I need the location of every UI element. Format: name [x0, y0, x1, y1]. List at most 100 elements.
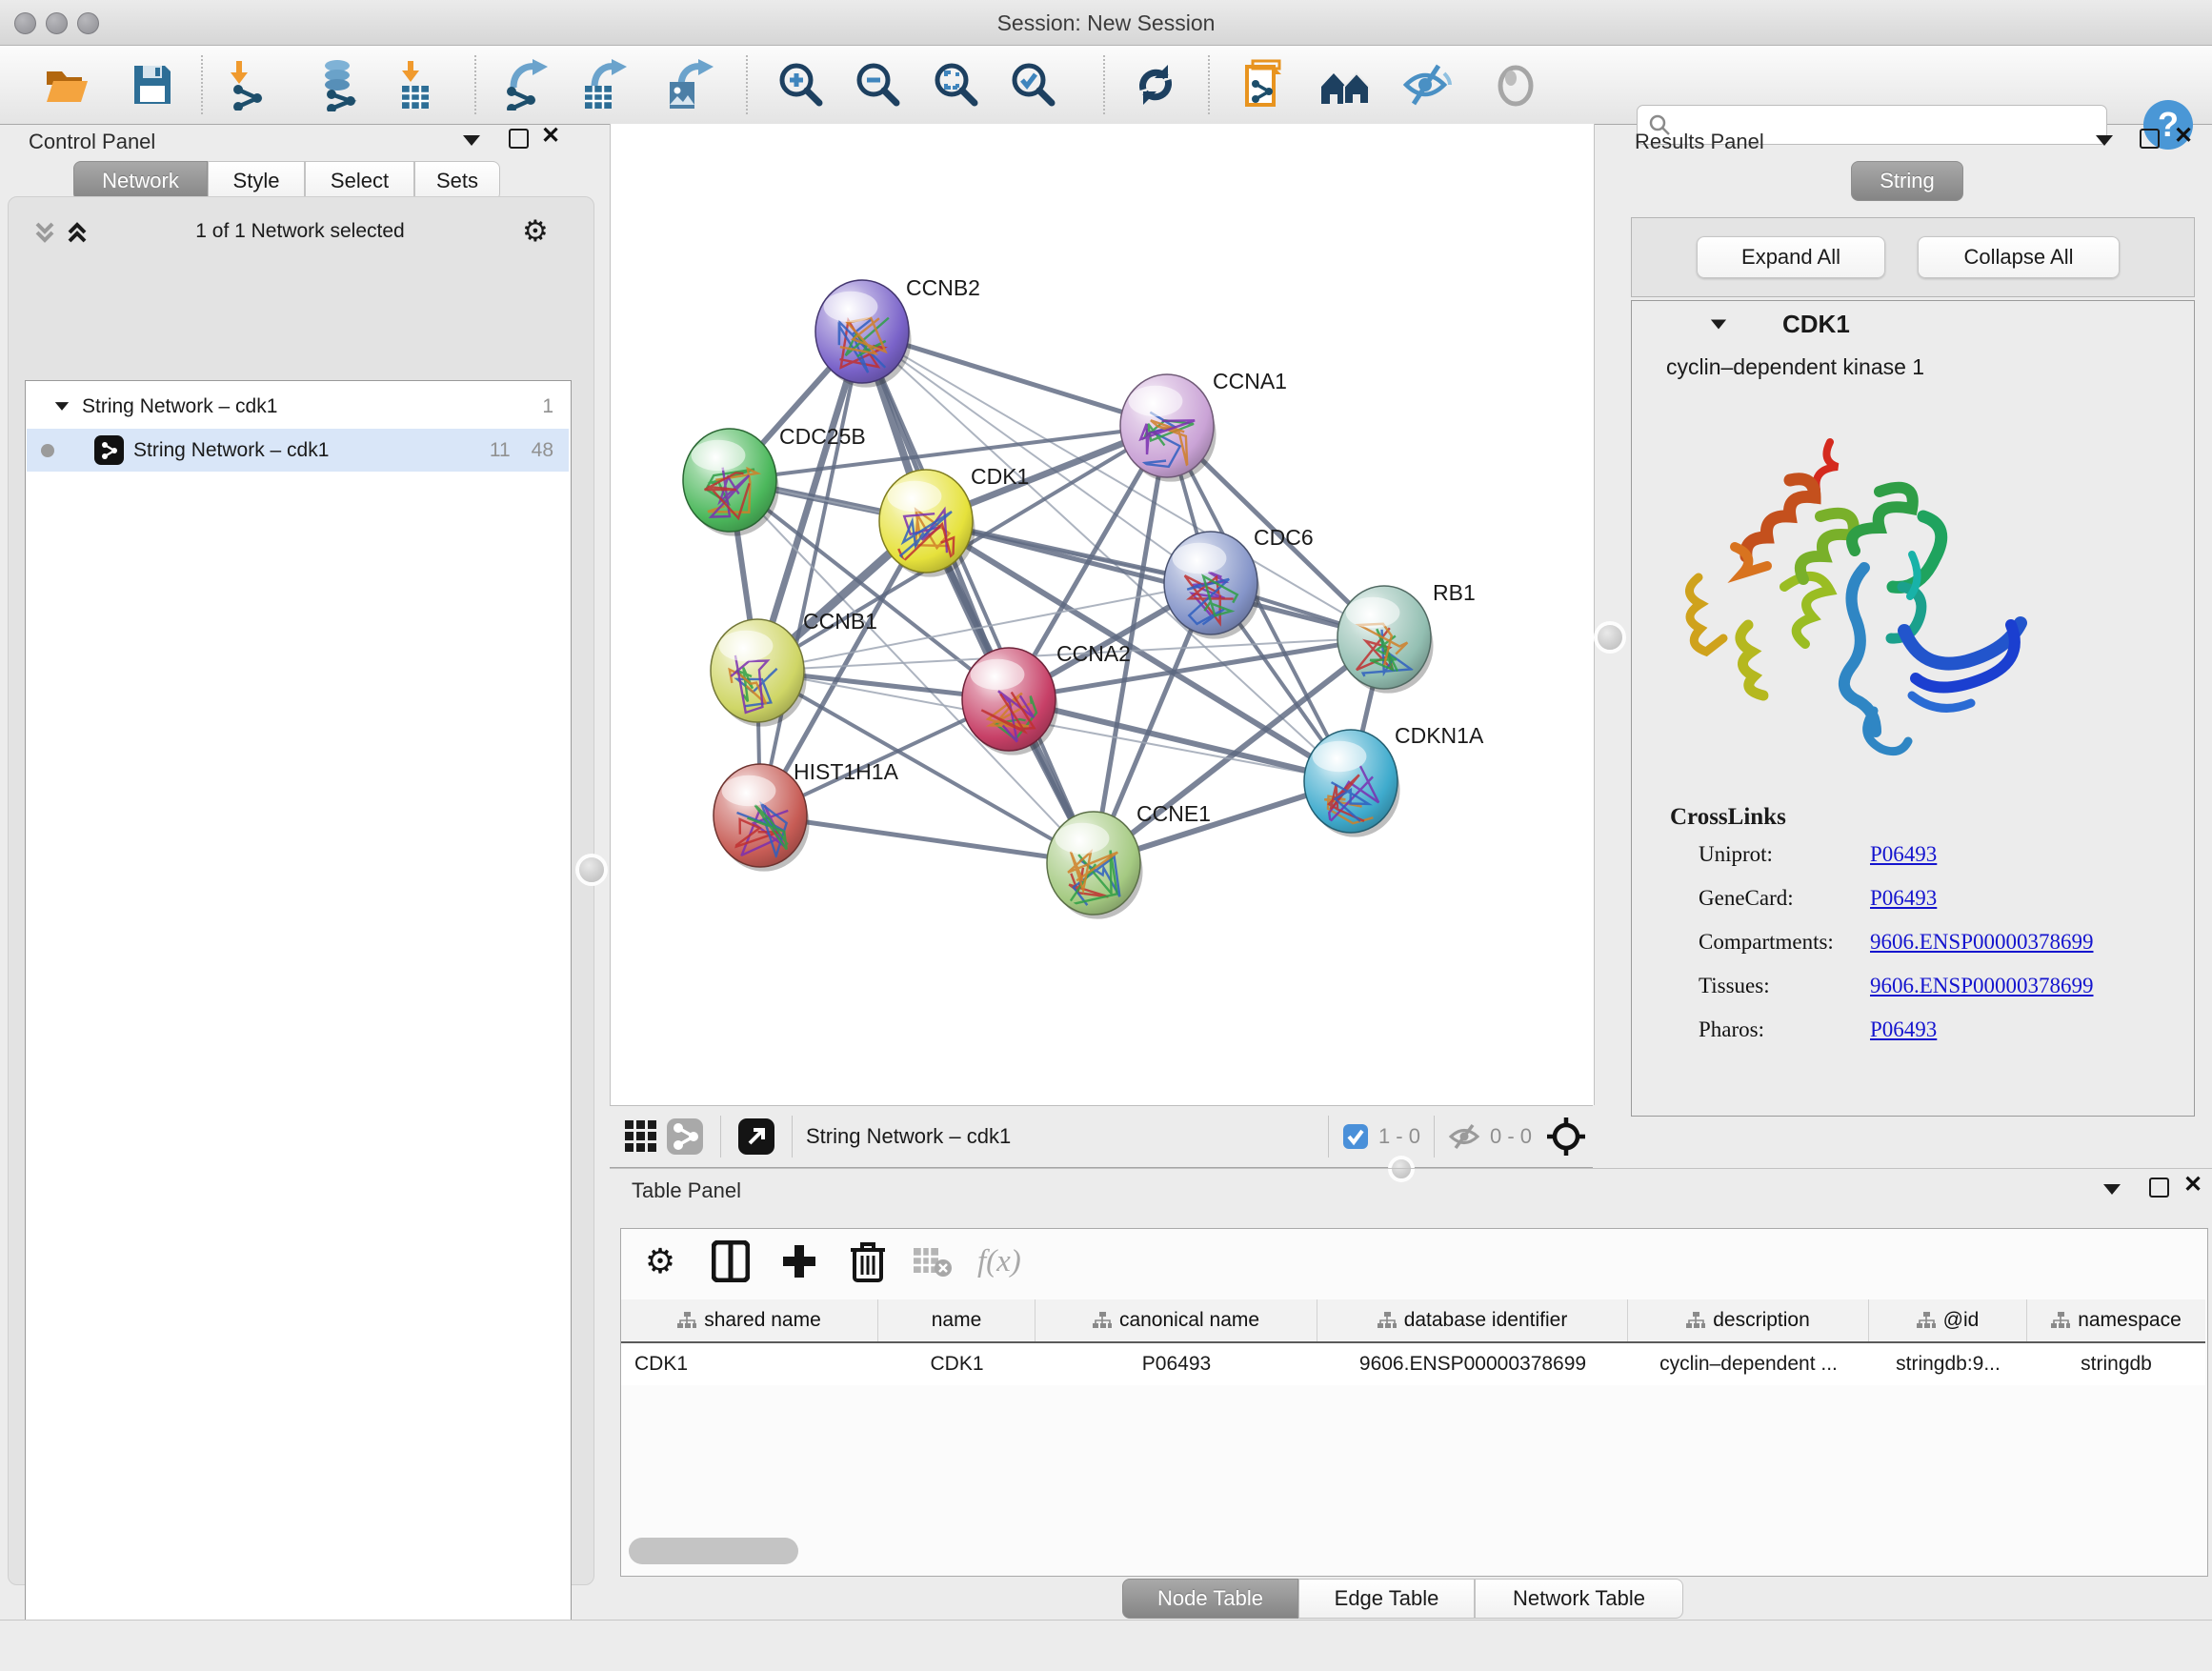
- open-view-window-icon[interactable]: [734, 1110, 778, 1163]
- network-node-CCNE1[interactable]: [1047, 812, 1143, 919]
- network-edge-CDK1-RB1[interactable]: [926, 521, 1384, 637]
- tab-style[interactable]: Style: [208, 161, 305, 201]
- column-header-description[interactable]: description: [1628, 1299, 1869, 1341]
- hide-results-eye-icon[interactable]: [1399, 57, 1455, 112]
- network-label: String Network – cdk1: [133, 439, 329, 462]
- column-header-id[interactable]: @id: [1869, 1299, 2027, 1341]
- protein-structure-image: [1678, 425, 2041, 792]
- import-network-database-icon[interactable]: [312, 57, 367, 112]
- control-panel: Control Panel ✕ Network Style Select Set…: [0, 125, 610, 1620]
- network-node-CCNA1[interactable]: [1120, 374, 1217, 482]
- zoom-out-icon[interactable]: [851, 57, 906, 112]
- network-node-RB1[interactable]: [1337, 586, 1434, 694]
- result-entry-header[interactable]: CDK1: [1634, 303, 2190, 345]
- tab-network-table[interactable]: Network Table: [1475, 1579, 1683, 1619]
- expand-all-button[interactable]: Expand All: [1697, 236, 1885, 278]
- tree-expand-icon[interactable]: [55, 402, 69, 411]
- cell-shared-name[interactable]: CDK1: [621, 1353, 878, 1376]
- column-header-namespace[interactable]: namespace: [2027, 1299, 2205, 1341]
- control-panel-close-icon[interactable]: ✕: [541, 128, 560, 144]
- crosslink-tissues-link[interactable]: 9606.ENSP00000378699: [1870, 974, 2094, 998]
- cell-id[interactable]: stringdb:9...: [1869, 1353, 2027, 1376]
- entry-collapse-icon[interactable]: [1711, 319, 1726, 329]
- show-grayed-eye-icon[interactable]: [1488, 57, 1543, 112]
- table-panel-menu-icon[interactable]: [2103, 1184, 2121, 1195]
- crosslink-uniprot-link[interactable]: P06493: [1870, 842, 1937, 867]
- column-header-name[interactable]: name: [878, 1299, 1036, 1341]
- network-node-CDKN1A[interactable]: [1304, 730, 1400, 837]
- grid-view-icon[interactable]: [619, 1110, 663, 1163]
- crosslink-pharos-link[interactable]: P06493: [1870, 1017, 1937, 1042]
- export-table-icon[interactable]: [575, 57, 631, 112]
- control-panel-float-icon[interactable]: [509, 129, 529, 149]
- entry-description: cyclin–dependent kinase 1: [1666, 354, 1924, 380]
- cell-namespace[interactable]: stringdb: [2027, 1353, 2205, 1376]
- expand-all-networks-icon[interactable]: [63, 218, 91, 252]
- tab-select[interactable]: Select: [305, 161, 414, 201]
- string-document-icon[interactable]: [1237, 57, 1293, 112]
- show-columns-icon[interactable]: [703, 1235, 758, 1288]
- cell-canonical-name[interactable]: P06493: [1036, 1353, 1317, 1376]
- results-panel-close-icon[interactable]: ✕: [2174, 128, 2193, 144]
- column-header-database-identifier[interactable]: database identifier: [1317, 1299, 1628, 1341]
- table-toolbar: ⚙ f(x): [621, 1229, 2207, 1294]
- network-node-CDC25B[interactable]: [683, 429, 779, 536]
- node-label-CCNB1: CCNB1: [803, 609, 877, 634]
- home-icon[interactable]: [1318, 57, 1374, 112]
- import-table-file-icon[interactable]: [389, 57, 444, 112]
- save-session-icon[interactable]: [124, 57, 179, 112]
- tab-sets[interactable]: Sets: [414, 161, 500, 201]
- right-divider-grip[interactable]: [1597, 624, 1623, 651]
- left-divider-grip[interactable]: [578, 856, 605, 883]
- crosslink-genecard-link[interactable]: P06493: [1870, 886, 1937, 911]
- network-node-CDK1[interactable]: [879, 470, 975, 577]
- tab-string-results[interactable]: String: [1851, 161, 1963, 201]
- selection-checkbox-icon[interactable]: [1342, 1123, 1369, 1150]
- birdseye-crosshair-icon[interactable]: [1539, 1110, 1593, 1163]
- table-panel-close-icon[interactable]: ✕: [2183, 1177, 2202, 1193]
- hscrollbar-thumb[interactable]: [629, 1538, 798, 1564]
- network-type-icon: [94, 435, 124, 465]
- crosslink-compartments-link[interactable]: 9606.ENSP00000378699: [1870, 930, 2094, 955]
- table-panel-float-icon[interactable]: [2149, 1178, 2169, 1198]
- open-session-icon[interactable]: [39, 57, 94, 112]
- export-network-icon[interactable]: [498, 57, 553, 112]
- control-panel-menu-icon[interactable]: [463, 135, 480, 146]
- cell-database-identifier[interactable]: 9606.ENSP00000378699: [1317, 1353, 1628, 1376]
- tab-node-table[interactable]: Node Table: [1122, 1579, 1298, 1619]
- network-selection-status: 1 of 1 Network selected: [143, 220, 457, 243]
- tab-edge-table[interactable]: Edge Table: [1298, 1579, 1475, 1619]
- export-image-icon[interactable]: [660, 57, 715, 112]
- results-panel-menu-icon[interactable]: [2096, 135, 2113, 146]
- cell-description[interactable]: cyclin–dependent ...: [1628, 1353, 1869, 1376]
- column-header-shared-name[interactable]: shared name: [621, 1299, 878, 1341]
- tab-network[interactable]: Network: [73, 161, 208, 201]
- collapse-all-button[interactable]: Collapse All: [1918, 236, 2120, 278]
- network-node-CCNB1[interactable]: [711, 619, 807, 727]
- delete-column-icon[interactable]: [840, 1235, 895, 1288]
- table-gear-icon[interactable]: ⚙: [633, 1235, 688, 1288]
- main-toolbar: ?: [0, 46, 2212, 125]
- results-panel-float-icon[interactable]: [2140, 129, 2160, 149]
- network-edge-HIST1H1A-CCNE1[interactable]: [760, 815, 1094, 863]
- table-row: CDK1 CDK1 P06493 9606.ENSP00000378699 cy…: [621, 1343, 2205, 1385]
- refresh-network-icon[interactable]: [1128, 57, 1183, 112]
- zoom-in-icon[interactable]: [774, 57, 829, 112]
- cell-name[interactable]: CDK1: [878, 1353, 1036, 1376]
- zoom-selected-icon[interactable]: [1006, 57, 1061, 112]
- title-bar: Session: New Session: [0, 0, 2212, 46]
- zoom-fit-icon[interactable]: [929, 57, 984, 112]
- collapse-all-networks-icon[interactable]: [30, 218, 59, 252]
- hidden-eye-icon[interactable]: [1448, 1122, 1480, 1151]
- add-column-icon[interactable]: [772, 1235, 827, 1288]
- network-options-gear-icon[interactable]: ⚙: [522, 214, 549, 249]
- network-tree-child-row[interactable]: String Network – cdk1 11 48: [27, 429, 569, 472]
- crosslink-label: GeneCard:: [1699, 886, 1794, 911]
- network-canvas[interactable]: CCNB2CCNA1CDC25BCDK1CDC6RB1CCNB1CCNA2CDK…: [610, 124, 1595, 1105]
- network-tree-root-row[interactable]: String Network – cdk1 1: [27, 385, 569, 428]
- node-label-CDC6: CDC6: [1254, 525, 1314, 550]
- column-header-canonical-name[interactable]: canonical name: [1036, 1299, 1317, 1341]
- import-network-file-icon[interactable]: [219, 57, 274, 112]
- network-tree: String Network – cdk1 1 String Network –…: [25, 380, 572, 1671]
- network-overview-icon[interactable]: [663, 1110, 707, 1163]
